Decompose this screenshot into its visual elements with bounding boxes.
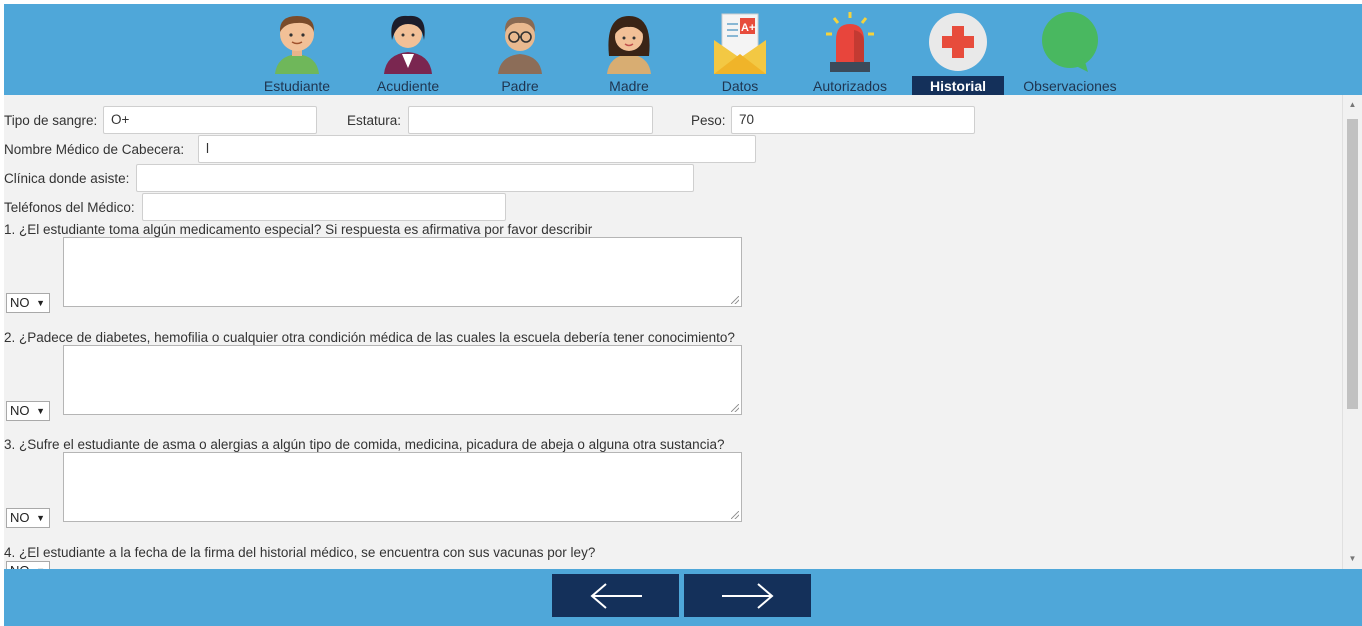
doctor-phone-label: Teléfonos del Médico: xyxy=(4,200,135,215)
app-frame: Estudiante Acudiente Padre Madre A+ Dato… xyxy=(4,4,1362,626)
doctor-name-label: Nombre Médico de Cabecera: xyxy=(4,142,185,157)
top-navigation: Estudiante Acudiente Padre Madre A+ Dato… xyxy=(4,4,1362,96)
doctor-phone-input[interactable] xyxy=(142,193,506,221)
question-2-textarea[interactable] xyxy=(63,345,742,415)
bottom-navigation-bar xyxy=(4,569,1362,626)
father-avatar-icon xyxy=(472,10,568,76)
resize-grip-icon[interactable] xyxy=(731,296,739,304)
tab-label: Acudiente xyxy=(376,78,440,94)
guardian-avatar-icon xyxy=(360,10,456,76)
previous-button[interactable] xyxy=(552,574,679,617)
chat-bubble-icon xyxy=(1022,10,1118,76)
tab-datos[interactable]: A+ Datos xyxy=(692,8,788,94)
question-4-text: 4. ¿El estudiante a la fecha de la firma… xyxy=(4,545,596,560)
clinic-input[interactable] xyxy=(136,164,694,192)
dropdown-caret-icon: ▼ xyxy=(36,513,45,523)
height-input[interactable] xyxy=(408,106,653,134)
resize-grip-icon[interactable] xyxy=(731,511,739,519)
scroll-up-arrow-icon[interactable]: ▲ xyxy=(1343,97,1362,113)
question-2-select[interactable]: NO ▼ xyxy=(6,401,50,421)
select-value: NO xyxy=(10,403,30,418)
dropdown-caret-icon: ▼ xyxy=(36,562,45,569)
mother-avatar-icon xyxy=(581,10,677,76)
tab-label: Padre xyxy=(501,78,539,94)
dropdown-caret-icon: ▼ xyxy=(36,298,45,308)
tab-padre[interactable]: Padre xyxy=(472,8,568,94)
clinic-label: Clínica donde asiste: xyxy=(4,171,130,186)
tab-label: Datos xyxy=(721,78,759,94)
question-3-text: 3. ¿Sufre el estudiante de asma o alergi… xyxy=(4,437,725,452)
tab-madre[interactable]: Madre xyxy=(581,8,677,94)
question-3-select[interactable]: NO ▼ xyxy=(6,508,50,528)
tab-label: Estudiante xyxy=(263,78,331,94)
tab-label: Madre xyxy=(609,78,649,94)
next-button[interactable] xyxy=(684,574,811,617)
dropdown-caret-icon: ▼ xyxy=(36,406,45,416)
tab-estudiante[interactable]: Estudiante xyxy=(249,8,345,94)
blood-type-label: Tipo de sangre: xyxy=(4,113,98,128)
medical-history-form: Tipo de sangre: O+ Estatura: Peso: 70 No… xyxy=(4,95,1342,569)
svg-text:A+: A+ xyxy=(741,22,755,34)
siren-icon xyxy=(802,10,898,76)
arrow-right-icon xyxy=(721,583,774,609)
tab-observaciones[interactable]: Observaciones xyxy=(1022,8,1118,94)
height-label: Estatura: xyxy=(347,113,402,128)
question-1-textarea[interactable] xyxy=(63,237,742,307)
tab-label: Observaciones xyxy=(1023,78,1117,94)
question-3-textarea[interactable] xyxy=(63,452,742,522)
question-1-text: 1. ¿El estudiante toma algún medicamento… xyxy=(4,222,593,237)
medical-cross-icon xyxy=(910,10,1006,76)
tab-acudiente[interactable]: Acudiente xyxy=(360,8,456,94)
student-avatar-icon xyxy=(249,10,345,76)
tab-label: Autorizados xyxy=(813,78,887,94)
select-value: NO xyxy=(10,295,30,310)
weight-label: Peso: xyxy=(691,113,726,128)
scrollbar-thumb[interactable] xyxy=(1347,119,1358,409)
blood-type-input[interactable]: O+ xyxy=(103,106,317,134)
select-value: NO xyxy=(10,510,30,525)
question-2-text: 2. ¿Padece de diabetes, hemofilia o cual… xyxy=(4,330,735,345)
weight-input[interactable]: 70 xyxy=(731,106,975,134)
tab-autorizados[interactable]: Autorizados xyxy=(802,8,898,94)
tab-label: Historial xyxy=(912,76,1004,96)
vertical-scrollbar[interactable]: ▲ ▼ xyxy=(1342,95,1362,569)
scroll-down-arrow-icon[interactable]: ▼ xyxy=(1343,551,1362,567)
tab-historial[interactable]: Historial xyxy=(910,8,1006,96)
question-1-select[interactable]: NO ▼ xyxy=(6,293,50,313)
grade-envelope-icon: A+ xyxy=(692,10,788,76)
question-4-select[interactable]: NO ▼ xyxy=(6,561,50,569)
doctor-name-input[interactable]: l xyxy=(198,135,756,163)
arrow-left-icon xyxy=(589,583,642,609)
resize-grip-icon[interactable] xyxy=(731,404,739,412)
